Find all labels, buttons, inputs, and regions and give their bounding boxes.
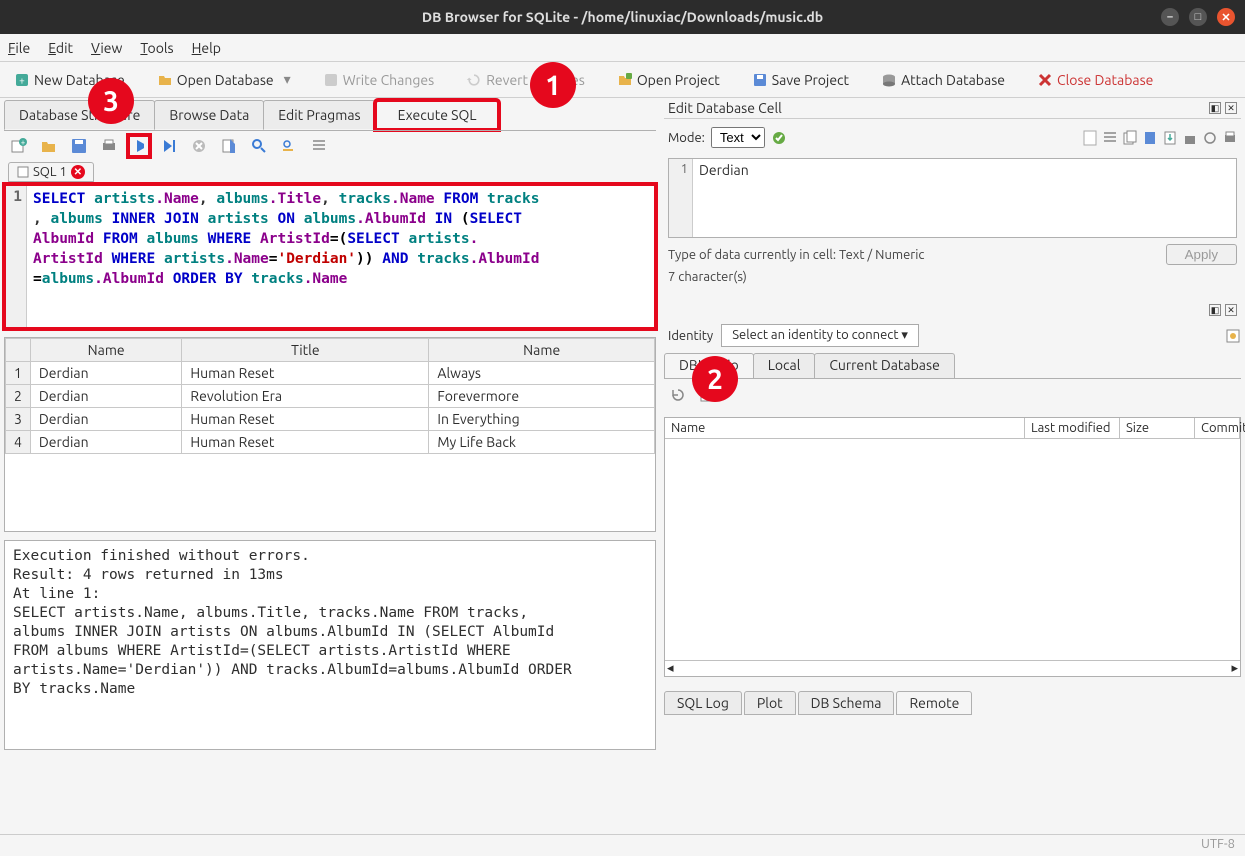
indent-icon[interactable] <box>310 137 328 155</box>
open-sql-icon[interactable] <box>40 137 58 155</box>
cell-null-icon[interactable] <box>1203 130 1217 146</box>
sql-file-tab[interactable]: SQL 1 ✕ <box>8 162 94 182</box>
cell-length-info: 7 character(s) <box>668 266 924 288</box>
cell-text-editor[interactable]: 1 Derdian <box>668 158 1237 238</box>
tab-db-schema[interactable]: DB Schema <box>798 691 895 715</box>
cell-import-icon[interactable] <box>1183 130 1197 146</box>
cert-icon[interactable] <box>1225 328 1241 344</box>
close-panel-icon[interactable]: ✕ <box>1225 102 1237 114</box>
refresh-icon[interactable] <box>670 387 686 403</box>
apply-button[interactable]: Apply <box>1166 244 1237 265</box>
tab-sql-log[interactable]: SQL Log <box>664 691 742 715</box>
save-results-icon[interactable] <box>220 137 238 155</box>
encoding-label: UTF-8 <box>1201 837 1235 851</box>
edit-cell-header: Edit Database Cell ◧ ✕ <box>664 98 1241 118</box>
annotation-2: 2 <box>692 356 738 402</box>
editor-gutter: 1 <box>5 185 27 328</box>
svg-text:+: + <box>21 138 26 147</box>
close-remote-icon[interactable]: ✕ <box>1225 304 1237 316</box>
status-output[interactable]: Execution finished without errors.Result… <box>4 540 656 750</box>
window-title: DB Browser for SQLite - /home/linuxiac/D… <box>422 9 823 25</box>
run-sql-button[interactable] <box>130 137 148 155</box>
title-bar: DB Browser for SQLite - /home/linuxiac/D… <box>0 0 1245 34</box>
stop-icon[interactable] <box>190 137 208 155</box>
revert-icon <box>466 72 482 88</box>
identity-select[interactable]: Select an identity to connect ▾ <box>721 324 919 347</box>
new-tab-icon[interactable]: + <box>10 137 28 155</box>
undock-remote-icon[interactable]: ◧ <box>1209 304 1221 316</box>
tab-browse[interactable]: Browse Data <box>154 100 264 130</box>
svg-text:+: + <box>19 75 25 86</box>
tab-remote[interactable]: Remote <box>896 691 972 715</box>
tab-plot[interactable]: Plot <box>744 691 796 715</box>
find-replace-icon[interactable] <box>280 137 298 155</box>
cell-copy-icon[interactable] <box>1123 130 1137 146</box>
attach-database-button[interactable]: Attach Database <box>875 70 1011 90</box>
menu-help[interactable]: Help <box>192 40 221 56</box>
run-line-icon[interactable] <box>160 137 178 155</box>
open-project-button[interactable]: Open Project <box>611 70 726 90</box>
menu-bar: File Edit View Tools Help <box>0 34 1245 62</box>
mode-label: Mode: <box>668 131 705 145</box>
write-changes-button: Write Changes <box>317 70 441 90</box>
menu-tools[interactable]: Tools <box>140 40 173 56</box>
open-project-icon <box>617 72 633 88</box>
col-size[interactable]: Size <box>1120 418 1195 438</box>
cell-indent-icon[interactable] <box>1103 130 1117 146</box>
tab-pragmas[interactable]: Edit Pragmas <box>263 100 375 130</box>
tab-local[interactable]: Local <box>753 353 816 378</box>
menu-file[interactable]: File <box>8 40 30 56</box>
main-toolbar: + New Database Open Database▾ Write Chan… <box>0 62 1245 98</box>
tab-execute-sql[interactable]: Execute SQL <box>375 100 500 130</box>
cell-type-info: Type of data currently in cell: Text / N… <box>668 244 924 266</box>
cell-doc-icon[interactable] <box>1083 130 1097 146</box>
identity-label: Identity <box>664 329 713 343</box>
col-commit[interactable]: Commit <box>1195 418 1240 438</box>
tab-current-db[interactable]: Current Database <box>814 353 954 378</box>
maximize-button[interactable]: □ <box>1189 8 1207 26</box>
open-db-icon <box>157 72 173 88</box>
sql-toolbar: + <box>4 130 656 160</box>
annotation-3: 3 <box>88 78 134 124</box>
close-button[interactable]: ✕ <box>1217 8 1235 26</box>
close-db-icon <box>1037 72 1053 88</box>
horizontal-scrollbar[interactable]: ◂▸ <box>665 660 1240 676</box>
attach-icon <box>881 72 897 88</box>
save-sql-icon[interactable] <box>70 137 88 155</box>
bottom-panel-tabs: SQL Log Plot DB Schema Remote <box>664 687 1241 715</box>
annotation-1: 1 <box>530 62 576 108</box>
cell-paste-icon[interactable] <box>1143 130 1157 146</box>
new-db-icon: + <box>14 72 30 88</box>
undock-icon[interactable]: ◧ <box>1209 102 1221 114</box>
col-last-modified[interactable]: Last modified <box>1025 418 1120 438</box>
cell-print-icon[interactable] <box>1223 130 1237 146</box>
wrap-icon[interactable] <box>771 130 787 146</box>
save-project-button[interactable]: Save Project <box>746 70 855 90</box>
find-icon[interactable] <box>250 137 268 155</box>
open-database-button[interactable]: Open Database▾ <box>151 69 297 90</box>
cell-export-icon[interactable] <box>1163 130 1177 146</box>
results-grid[interactable]: NameTitleName1DerdianHuman ResetAlways2D… <box>4 337 656 532</box>
write-icon <box>323 72 339 88</box>
sql-editor[interactable]: 1 SELECT artists.Name, albums.Title, tra… <box>4 184 656 329</box>
close-database-button[interactable]: Close Database <box>1031 70 1159 90</box>
remote-file-list[interactable]: Name Last modified Size Commit ◂▸ <box>664 417 1241 677</box>
print-icon[interactable] <box>100 137 118 155</box>
menu-view[interactable]: View <box>91 40 122 56</box>
menu-edit[interactable]: Edit <box>48 40 73 56</box>
mode-select[interactable]: Text <box>711 127 765 148</box>
minimize-button[interactable]: – <box>1161 8 1179 26</box>
col-name[interactable]: Name <box>665 418 1025 438</box>
status-bar: UTF-8 <box>0 834 1245 856</box>
file-icon <box>17 166 29 178</box>
save-icon <box>752 72 768 88</box>
close-tab-icon[interactable]: ✕ <box>71 165 85 179</box>
